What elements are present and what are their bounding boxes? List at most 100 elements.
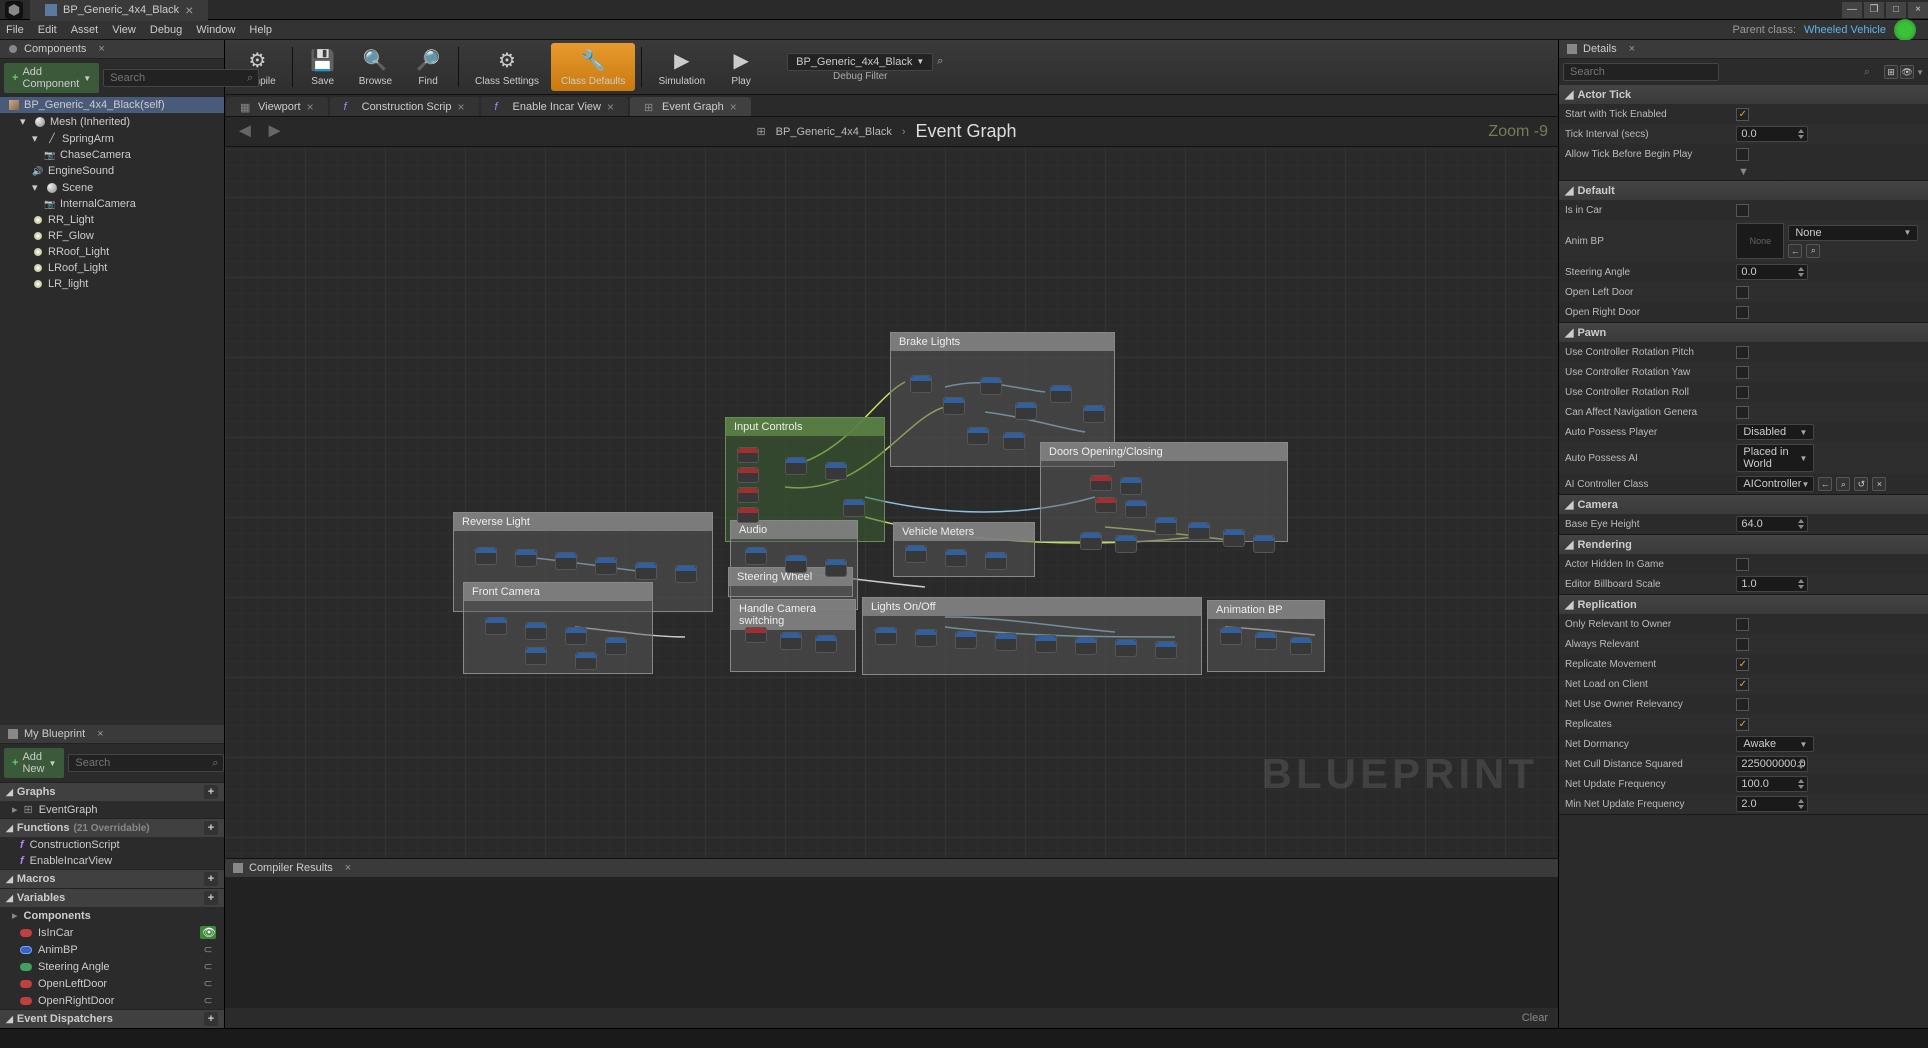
- graph-node[interactable]: [967, 427, 989, 445]
- graph-node[interactable]: [905, 545, 927, 563]
- variable-item[interactable]: Steering Angle⊂: [0, 958, 224, 975]
- viewport-tab[interactable]: ▦Viewport×: [226, 97, 328, 116]
- menu-edit[interactable]: Edit: [38, 24, 57, 36]
- graph-node[interactable]: [595, 557, 617, 575]
- graph-node[interactable]: [1220, 627, 1242, 645]
- play-button[interactable]: ▶Play: [717, 43, 765, 91]
- variable-item[interactable]: IsInCar👁: [0, 924, 224, 941]
- graph-node[interactable]: [1255, 632, 1277, 650]
- section-graphs[interactable]: ◢ Graphs +: [0, 782, 224, 801]
- menu-debug[interactable]: Debug: [150, 24, 182, 36]
- panel-close-icon[interactable]: ×: [98, 43, 104, 55]
- component-tree-item[interactable]: 🔊EngineSound: [0, 163, 224, 179]
- simulation-button[interactable]: ▶Simulation: [648, 43, 715, 91]
- property-matrix-button[interactable]: ⊞: [1884, 65, 1898, 79]
- numeric-input[interactable]: 225000000.0: [1736, 756, 1808, 772]
- checkbox[interactable]: [1736, 108, 1749, 121]
- graph-node[interactable]: [825, 559, 847, 577]
- checkbox[interactable]: [1736, 718, 1749, 731]
- close-window-button[interactable]: ×: [1908, 2, 1928, 18]
- visibility-icon[interactable]: ⊂: [200, 943, 216, 956]
- graph-node[interactable]: [1080, 532, 1102, 550]
- graph-node[interactable]: [1115, 639, 1137, 657]
- graph-node[interactable]: [1290, 637, 1312, 655]
- expand-icon[interactable]: ▾: [32, 132, 42, 145]
- add-variable-button[interactable]: +: [204, 891, 218, 905]
- graph-node[interactable]: [1223, 529, 1245, 547]
- component-tree-item[interactable]: RF_Glow: [0, 228, 224, 244]
- graph-node[interactable]: [515, 549, 537, 567]
- graph-node[interactable]: [843, 499, 865, 517]
- clear-button[interactable]: Clear: [225, 1008, 1558, 1028]
- graph-node[interactable]: [915, 629, 937, 647]
- graph-node[interactable]: [737, 487, 759, 503]
- title-tab[interactable]: BP_Generic_4x4_Black ×: [30, 0, 208, 21]
- graph-node[interactable]: [785, 457, 807, 475]
- component-tree-item[interactable]: BP_Generic_4x4_Black(self): [0, 97, 224, 113]
- numeric-input[interactable]: 64.0: [1736, 516, 1808, 532]
- details-search-input[interactable]: [1563, 63, 1719, 81]
- menu-help[interactable]: Help: [249, 24, 272, 36]
- graph-node[interactable]: [985, 552, 1007, 570]
- graph-node[interactable]: [943, 397, 965, 415]
- maximize-button[interactable]: □: [1886, 2, 1906, 18]
- details-section-header[interactable]: ◢Rendering: [1559, 535, 1928, 554]
- graph-node[interactable]: [675, 565, 697, 583]
- add-function-button[interactable]: +: [204, 821, 218, 835]
- graph-item[interactable]: ▸ ⊞ EventGraph: [0, 801, 224, 818]
- minimize-button[interactable]: —: [1842, 2, 1862, 18]
- variable-item[interactable]: OpenRightDoor⊂: [0, 992, 224, 1009]
- checkbox[interactable]: [1736, 638, 1749, 651]
- browse-button[interactable]: 🔍Browse: [349, 43, 402, 91]
- class-defaults-button[interactable]: 🔧Class Defaults: [551, 43, 635, 91]
- graph-node[interactable]: [1155, 517, 1177, 535]
- variable-item[interactable]: OpenLeftDoor⊂: [0, 975, 224, 992]
- checkbox[interactable]: [1736, 346, 1749, 359]
- section-dispatchers[interactable]: ◢ Event Dispatchers +: [0, 1009, 224, 1028]
- component-tree-item[interactable]: LR_light: [0, 276, 224, 292]
- details-section-header[interactable]: ◢Replication: [1559, 595, 1928, 614]
- visibility-button[interactable]: 👁: [1900, 65, 1914, 79]
- save-button[interactable]: 💾Save: [299, 43, 347, 91]
- asset-thumbnail[interactable]: None: [1736, 223, 1784, 259]
- numeric-input[interactable]: 2.0: [1736, 796, 1808, 812]
- menu-asset[interactable]: Asset: [71, 24, 99, 36]
- visibility-icon[interactable]: ⊂: [200, 960, 216, 973]
- debug-filter-dropdown[interactable]: BP_Generic_4x4_Black ▼: [787, 53, 933, 71]
- checkbox[interactable]: [1736, 406, 1749, 419]
- graph-comment[interactable]: Lights On/Off: [862, 597, 1202, 675]
- component-tree-item[interactable]: LRoof_Light: [0, 260, 224, 276]
- function-item[interactable]: f EnableIncarView: [0, 853, 224, 869]
- graph-node[interactable]: [1253, 535, 1275, 553]
- add-component-button[interactable]: + Add Component ▼: [4, 63, 99, 93]
- graph-node[interactable]: [1035, 635, 1057, 653]
- component-tree-item[interactable]: RRoof_Light: [0, 244, 224, 260]
- graph-node[interactable]: [825, 462, 847, 480]
- blueprint-search-input[interactable]: [68, 754, 224, 772]
- close-tab-icon[interactable]: ×: [458, 100, 465, 114]
- viewport-tab[interactable]: fConstruction Scrip×: [330, 97, 479, 116]
- checkbox[interactable]: [1736, 558, 1749, 571]
- graph-node[interactable]: [555, 552, 577, 570]
- component-tree-item[interactable]: ▾Scene: [0, 179, 224, 196]
- visibility-icon[interactable]: 👁: [200, 926, 216, 939]
- graph-node[interactable]: [910, 375, 932, 393]
- asset-action-button[interactable]: ⌕: [1806, 244, 1820, 258]
- checkbox[interactable]: [1736, 204, 1749, 217]
- numeric-input[interactable]: 0.0: [1736, 126, 1808, 142]
- viewport-tab[interactable]: fEnable Incar View×: [481, 97, 628, 116]
- graph-node[interactable]: [1125, 500, 1147, 518]
- graph-node[interactable]: [995, 633, 1017, 651]
- checkbox[interactable]: [1736, 148, 1749, 161]
- graph-node[interactable]: [955, 631, 977, 649]
- add-dispatcher-button[interactable]: +: [204, 1012, 218, 1026]
- details-section-header[interactable]: ◢Camera: [1559, 495, 1928, 514]
- graph-node[interactable]: [780, 632, 802, 650]
- component-tree-item[interactable]: ▾╱SpringArm: [0, 130, 224, 147]
- parent-class-link[interactable]: Wheeled Vehicle: [1804, 24, 1886, 36]
- checkbox[interactable]: [1736, 366, 1749, 379]
- add-new-button[interactable]: + Add New ▼: [4, 748, 64, 778]
- asset-action-button[interactable]: ←: [1788, 244, 1802, 258]
- numeric-input[interactable]: 0.0: [1736, 264, 1808, 280]
- details-section-header[interactable]: ◢Pawn: [1559, 323, 1928, 342]
